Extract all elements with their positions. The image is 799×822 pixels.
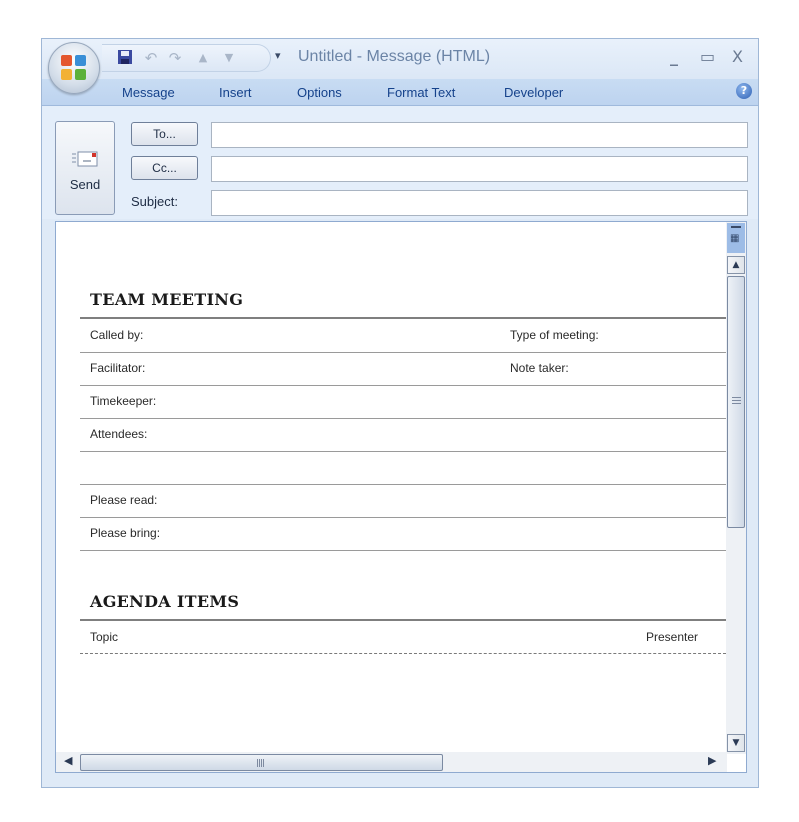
facilitator-label: Facilitator:: [90, 361, 146, 375]
save-icon[interactable]: [116, 49, 134, 67]
called-by-label: Called by:: [90, 328, 144, 342]
send-label: Send: [69, 177, 101, 192]
office-button[interactable]: [48, 42, 100, 94]
horizontal-scrollbar[interactable]: ◀ ▶: [56, 752, 727, 772]
title-bar: ↶ ↷ ▲ ▼ ▾ Untitled - Message (HTML) _ ▭ …: [42, 39, 758, 79]
window-title: Untitled - Message (HTML): [298, 48, 491, 65]
presenter-column-label: Presenter: [645, 630, 698, 644]
office-logo-icon: [61, 55, 87, 81]
grip-icon: [732, 397, 741, 405]
topic-column-label: Topic: [90, 630, 119, 644]
scroll-down-button[interactable]: ▼: [727, 734, 745, 752]
tab-options[interactable]: Options: [297, 85, 342, 100]
help-icon[interactable]: ?: [736, 83, 752, 99]
tab-format-text[interactable]: Format Text: [387, 85, 455, 100]
message-body[interactable]: TEAM MEETING Called by: Type of meeting:…: [55, 221, 747, 773]
view-ruler-button[interactable]: ▦: [727, 223, 745, 253]
customize-toolbar-icon[interactable]: ▾: [275, 49, 281, 62]
meeting-row[interactable]: Attendees:: [80, 418, 726, 452]
subject-field[interactable]: [211, 190, 748, 216]
redo-icon[interactable]: ↷: [166, 49, 184, 67]
please-read-label: Please read:: [90, 493, 158, 507]
note-taker-label: Note taker:: [510, 361, 569, 375]
scroll-up-button[interactable]: ▲: [727, 256, 745, 274]
ruler-icon: ▦: [730, 233, 740, 244]
meeting-row[interactable]: Timekeeper:: [80, 385, 726, 419]
to-field[interactable]: [211, 122, 748, 148]
next-item-icon[interactable]: ▼: [220, 49, 238, 67]
please-bring-label: Please bring:: [90, 526, 161, 540]
type-of-meeting-label: Type of meeting:: [510, 328, 599, 342]
ribbon-tabs: Message Insert Options Format Text Devel…: [42, 79, 758, 106]
attendees-label: Attendees:: [90, 427, 148, 441]
meeting-row[interactable]: Called by: Type of meeting:: [80, 319, 726, 353]
tab-insert[interactable]: Insert: [219, 85, 252, 100]
timekeeper-label: Timekeeper:: [90, 394, 157, 408]
meeting-row[interactable]: Please read:: [80, 484, 726, 518]
meeting-template: TEAM MEETING Called by: Type of meeting:…: [80, 222, 726, 752]
agenda-header-row[interactable]: Topic Presenter: [80, 621, 726, 654]
message-window: ↶ ↷ ▲ ▼ ▾ Untitled - Message (HTML) _ ▭ …: [41, 38, 759, 788]
meeting-row[interactable]: Please bring:: [80, 517, 726, 551]
undo-icon[interactable]: ↶: [142, 49, 160, 67]
send-button[interactable]: Send: [55, 121, 115, 215]
tab-developer[interactable]: Developer: [504, 85, 563, 100]
compose-header: Send To... Cc... Subject:: [42, 106, 758, 219]
previous-item-icon[interactable]: ▲: [194, 49, 212, 67]
meeting-row[interactable]: [80, 451, 726, 485]
cc-button[interactable]: Cc...: [131, 156, 198, 180]
envelope-icon: [72, 151, 98, 167]
maximize-button[interactable]: ▭: [700, 47, 715, 66]
to-button[interactable]: To...: [131, 122, 198, 146]
vertical-scrollbar[interactable]: ▦ ▲ ▼: [726, 222, 746, 754]
scroll-left-button[interactable]: ◀: [64, 754, 72, 767]
tab-message[interactable]: Message: [122, 85, 175, 100]
quick-access-toolbar: ↶ ↷ ▲ ▼: [102, 44, 271, 72]
grip-icon: [257, 759, 265, 767]
cc-field[interactable]: [211, 156, 748, 182]
meeting-row[interactable]: Facilitator: Note taker:: [80, 352, 726, 386]
horizontal-scroll-thumb[interactable]: [80, 754, 443, 771]
minimize-button[interactable]: _: [670, 47, 678, 66]
scroll-right-button[interactable]: ▶: [708, 754, 716, 767]
subject-label: Subject:: [131, 194, 178, 209]
close-button[interactable]: X: [732, 47, 743, 66]
ruler-dash-icon: [731, 226, 741, 228]
agenda-heading: AGENDA ITEMS: [90, 592, 240, 611]
team-meeting-heading: TEAM MEETING: [90, 290, 244, 309]
vertical-scroll-thumb[interactable]: [727, 276, 745, 528]
